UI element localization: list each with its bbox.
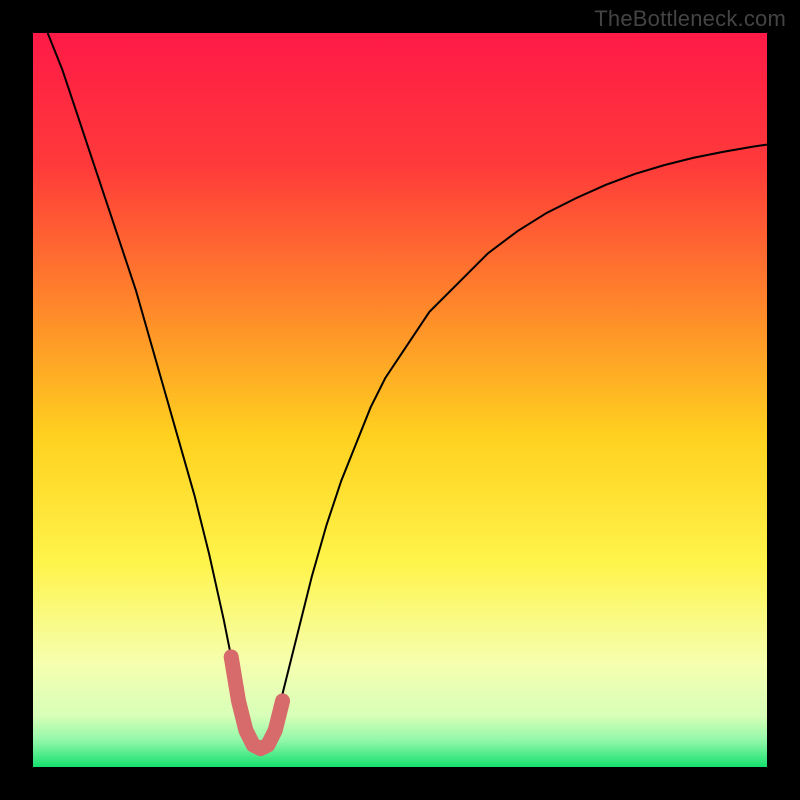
gradient-background (33, 33, 767, 767)
watermark-text: TheBottleneck.com (594, 6, 786, 32)
chart-frame: TheBottleneck.com (0, 0, 800, 800)
plot-area (33, 33, 767, 767)
chart-svg (33, 33, 767, 767)
